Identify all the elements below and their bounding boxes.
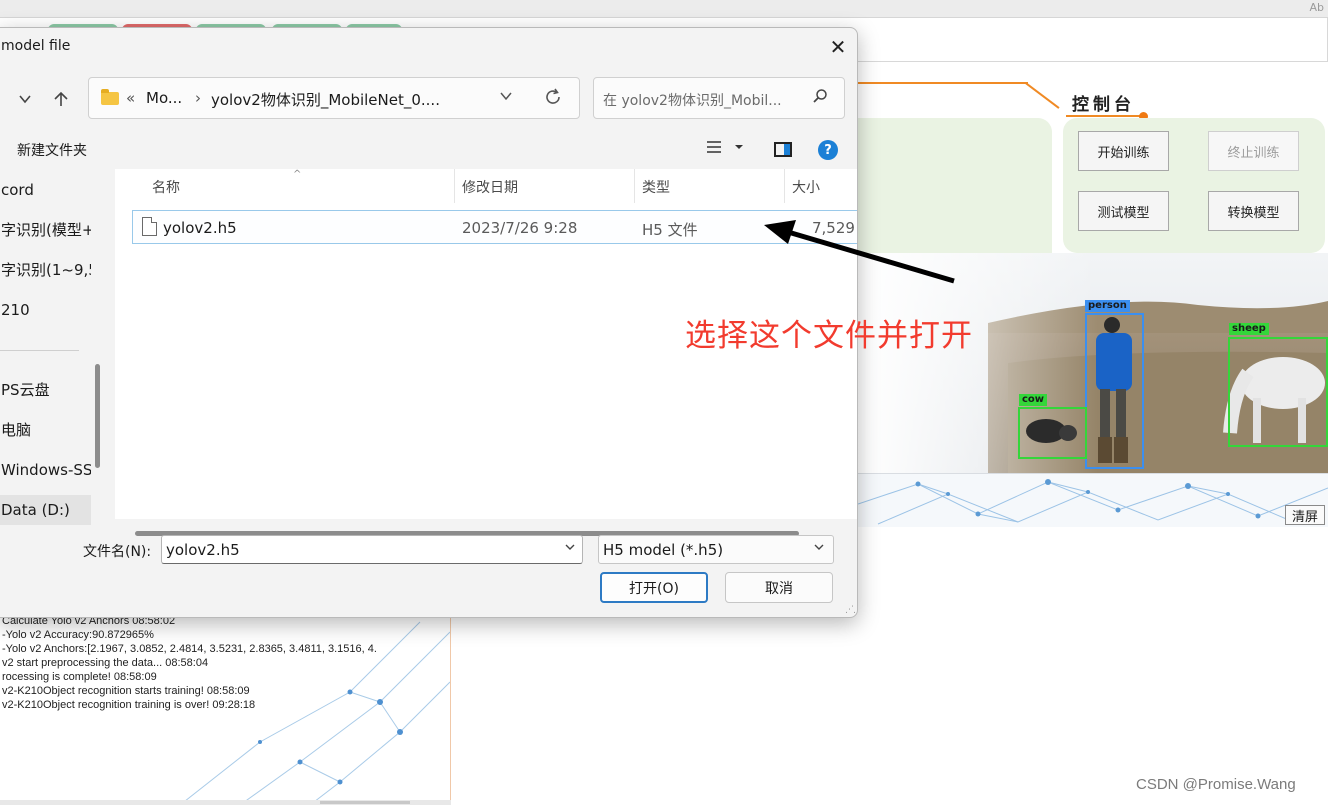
column-header-type[interactable]: 类型 — [642, 177, 670, 197]
close-icon[interactable]: ✕ — [817, 28, 857, 66]
detection-result-image: person sheep cow — [858, 253, 1328, 473]
filename-label: 文件名(N): — [83, 544, 152, 560]
log-line: v2 start preprocessing the data... 08:58… — [2, 657, 209, 669]
filetype-chevron-icon[interactable] — [813, 541, 825, 557]
nav-item[interactable]: 电脑 — [0, 415, 91, 445]
annotation-text: 选择这个文件并打开 — [685, 318, 973, 354]
log-horizontal-scrollbar[interactable] — [0, 800, 451, 805]
column-header-size[interactable]: 大小 — [792, 177, 820, 197]
log-line: rocessing is complete! 08:58:09 — [2, 671, 157, 683]
sort-ascending-icon: ^ — [293, 169, 302, 180]
file-row[interactable]: yolov2.h5 2023/7/26 9:28 H5 文件 7,529 — [132, 210, 857, 244]
up-arrow-icon[interactable] — [47, 85, 75, 113]
person-detection-label: person — [1085, 300, 1130, 312]
view-list-icon[interactable] — [706, 140, 722, 158]
breadcrumb-item[interactable]: Mo... — [146, 89, 182, 107]
app-header-frame — [858, 18, 1328, 62]
file-size: 7,529 — [812, 219, 855, 237]
file-name: yolov2.h5 — [163, 219, 237, 237]
filename-value: yolov2.h5 — [166, 541, 240, 559]
search-input[interactable]: 在 yolov2物体识别_Mobil... — [593, 77, 845, 119]
training-log-panel: Calculate Yolo v2 Anchors 08:58:02 -Yolo… — [0, 612, 451, 805]
column-divider[interactable] — [634, 169, 635, 203]
sheep-detection-label: sheep — [1229, 323, 1269, 335]
filetype-select[interactable]: H5 model (*.h5) — [598, 535, 834, 564]
column-header-name[interactable]: 名称 — [152, 177, 180, 197]
file-type: H5 文件 — [642, 221, 698, 239]
filename-field[interactable]: yolov2.h5 — [161, 535, 583, 564]
nav-scrollbar[interactable] — [95, 364, 100, 468]
start-training-button[interactable]: 开始训练 — [1078, 131, 1169, 171]
nav-item[interactable]: 字识别(模型+ — [0, 215, 91, 245]
column-divider[interactable] — [784, 169, 785, 203]
network-decoration-strip — [858, 473, 1328, 527]
nav-item[interactable]: cord — [0, 175, 91, 205]
recent-locations-chevron-icon[interactable] — [11, 85, 39, 113]
new-folder-button[interactable]: 新建文件夹 — [17, 140, 87, 160]
nav-item-selected[interactable]: Data (D:) — [0, 495, 91, 525]
nav-item[interactable]: 210 — [0, 295, 91, 325]
column-header-modified[interactable]: 修改日期 — [462, 177, 518, 197]
control-panel-underline — [1066, 115, 1144, 117]
convert-model-button[interactable]: 转换模型 — [1208, 191, 1299, 231]
preview-pane-icon[interactable] — [774, 142, 792, 157]
file-modified: 2023/7/26 9:28 — [462, 219, 578, 237]
filename-dropdown-chevron-icon[interactable] — [564, 541, 576, 557]
dialog-toolbar: 新建文件夹 ? — [0, 130, 857, 168]
breadcrumb-item[interactable]: yolov2物体识别_MobileNet_0.... — [211, 89, 440, 110]
filetype-value: H5 model (*.h5) — [603, 541, 724, 559]
view-options-caret-icon[interactable] — [734, 140, 744, 158]
log-line: -Yolo v2 Anchors:[2.1967, 3.0852, 2.4814… — [2, 643, 377, 655]
nav-item[interactable]: Windows-SSD — [0, 455, 91, 485]
breadcrumb-separator: › — [195, 89, 201, 107]
search-icon[interactable] — [812, 88, 828, 108]
navigation-pane: cord 字识别(模型+ 字识别(1~9,5 210 PS云盘 电脑 Windo… — [0, 169, 101, 549]
refresh-icon[interactable] — [543, 87, 563, 112]
stop-training-button[interactable]: 终止训练 — [1208, 131, 1299, 171]
cancel-button[interactable]: 取消 — [725, 572, 833, 603]
network-pattern — [858, 479, 1328, 525]
log-line: -Yolo v2 Accuracy:90.872965% — [2, 629, 154, 641]
nav-item[interactable]: 字识别(1~9,5 — [0, 255, 91, 285]
app-top-strip: Ab — [0, 0, 1328, 18]
help-icon[interactable]: ? — [818, 140, 838, 160]
log-line: v2-K210Object recognition starts trainin… — [2, 685, 250, 697]
control-panel-rule — [858, 82, 1028, 84]
nav-item[interactable]: PS云盘 — [0, 375, 91, 405]
address-dropdown-chevron-icon[interactable] — [499, 89, 513, 107]
control-panel-title: 控制台 — [1072, 95, 1135, 115]
dialog-title: model file — [1, 38, 71, 54]
log-line: v2-K210Object recognition training is ov… — [2, 699, 256, 711]
nav-divider — [0, 350, 79, 351]
cow-detection-label: cow — [1019, 394, 1048, 406]
test-model-button[interactable]: 测试模型 — [1078, 191, 1169, 231]
folder-icon — [101, 89, 119, 105]
resize-grip-icon[interactable]: ⋰⋰ — [845, 605, 857, 615]
open-button[interactable]: 打开(O) — [600, 572, 708, 603]
column-divider[interactable] — [454, 169, 455, 203]
corner-text: Ab — [1309, 1, 1324, 14]
file-icon — [142, 217, 157, 236]
cow-detection-box — [1018, 407, 1087, 459]
watermark: CSDN @Promise.Wang — [1136, 776, 1296, 793]
address-bar[interactable]: « Mo... › yolov2物体识别_MobileNet_0.... — [88, 77, 580, 119]
scrollbar-thumb[interactable] — [320, 801, 410, 804]
search-placeholder: 在 yolov2物体识别_Mobil... — [603, 93, 782, 109]
person-detection-box — [1085, 313, 1144, 469]
sheep-detection-box — [1228, 337, 1328, 447]
clear-screen-button[interactable]: 清屏 — [1285, 505, 1325, 525]
control-panel-rule-diagonal — [1024, 82, 1060, 109]
breadcrumb-overflow[interactable]: « — [126, 89, 135, 107]
